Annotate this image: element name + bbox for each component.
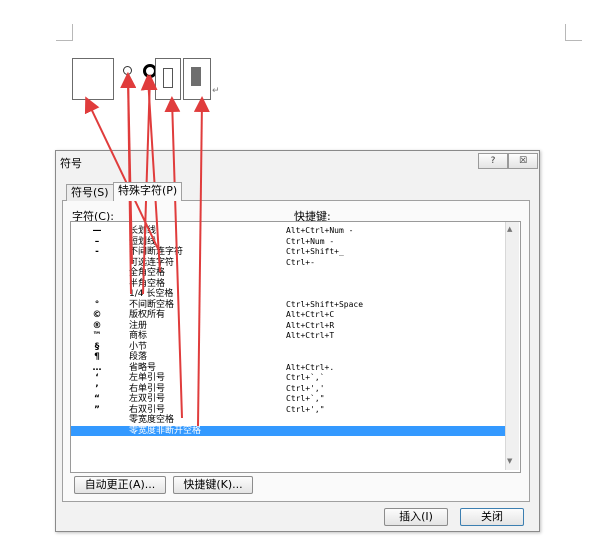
annotation-arrow [164, 96, 183, 419]
tab-special-characters[interactable]: 特殊字符(P) [113, 182, 183, 201]
annotation-arrows [84, 72, 210, 427]
annotation-arrow [193, 96, 210, 427]
